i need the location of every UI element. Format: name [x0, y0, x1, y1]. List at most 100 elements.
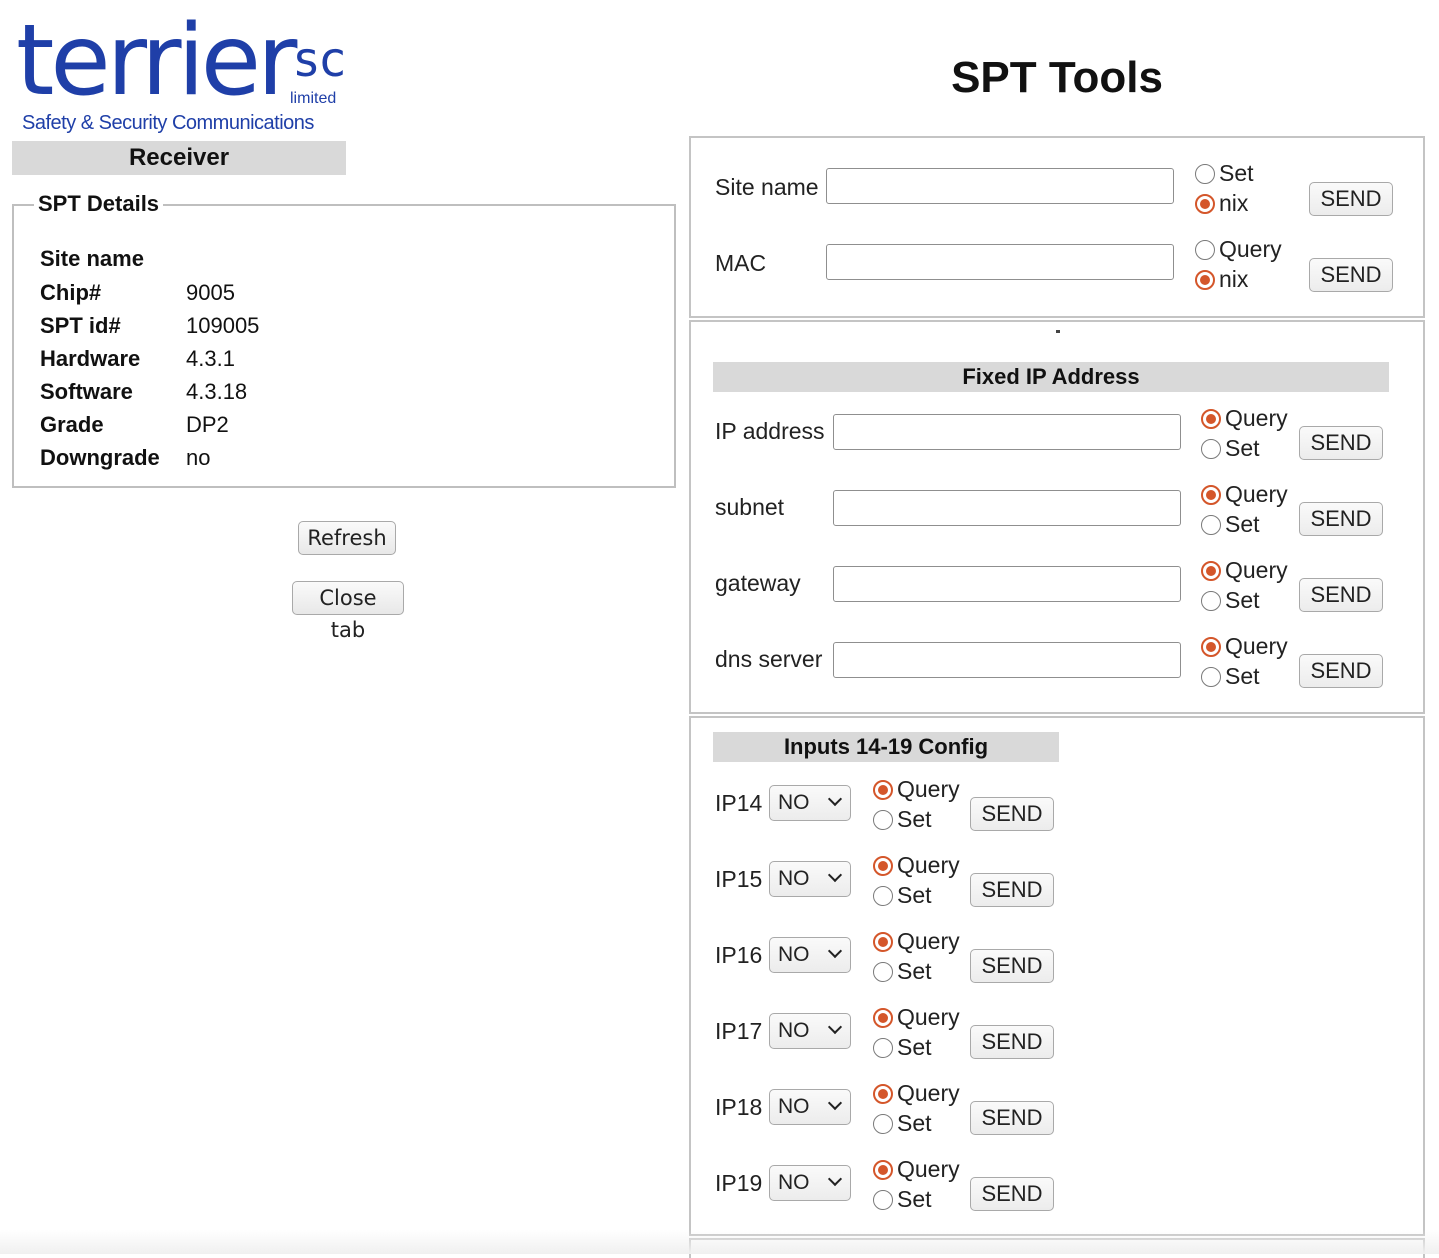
radio-unselected-icon[interactable] [873, 962, 893, 982]
receiver-heading: Receiver [12, 141, 346, 175]
ip18-label: IP18 [715, 1094, 763, 1120]
close-tab-button[interactable]: Close tab [292, 581, 404, 642]
inputs-config-panel: Inputs 14-19 Config IP14 NO Query Set SE… [689, 716, 1425, 1236]
radio-selected-icon[interactable] [873, 1084, 893, 1104]
ip14-query-option[interactable]: Query [873, 774, 960, 804]
chevron-down-icon [827, 943, 843, 959]
subnet-input[interactable] [833, 490, 1181, 526]
ip17-query-option[interactable]: Query [873, 1002, 960, 1032]
ip18-set-option[interactable]: Set [873, 1108, 932, 1138]
subnet-query-option[interactable]: Query [1201, 479, 1288, 509]
ip15-set-option[interactable]: Set [873, 880, 932, 910]
ip15-label: IP15 [715, 866, 763, 892]
site-send-button[interactable]: SEND [1309, 182, 1393, 216]
dns-server-query-option[interactable]: Query [1201, 631, 1288, 661]
subnet-label: subnet [715, 494, 785, 520]
ip18-select[interactable]: NO [769, 1089, 851, 1125]
radio-unselected-icon[interactable] [1201, 515, 1221, 535]
ip14-set-option[interactable]: Set [873, 804, 932, 834]
ip17-send-button[interactable]: SEND [970, 1025, 1054, 1059]
chevron-down-icon [827, 791, 843, 807]
ip15-send-button[interactable]: SEND [970, 873, 1054, 907]
site-nix-option[interactable]: nix [1195, 188, 1248, 218]
logo-limited: limited [290, 90, 337, 107]
ip18-query-option[interactable]: Query [873, 1078, 960, 1108]
ip18-send-button[interactable]: SEND [970, 1101, 1054, 1135]
details-row-chip: Chip# 9005 [40, 278, 235, 308]
ip16-label: IP16 [715, 942, 763, 968]
ip17-set-option[interactable]: Set [873, 1032, 932, 1062]
refresh-button[interactable]: Refresh [298, 521, 396, 555]
details-key: Software [40, 379, 133, 404]
gateway-query-option[interactable]: Query [1201, 555, 1288, 585]
radio-selected-icon[interactable] [1195, 194, 1215, 214]
site-name-input[interactable] [826, 168, 1174, 204]
radio-unselected-icon[interactable] [873, 810, 893, 830]
details-value: 4.3.1 [186, 346, 235, 371]
ip19-select[interactable]: NO [769, 1165, 851, 1201]
mac-nix-option[interactable]: nix [1195, 264, 1248, 294]
ip19-query-option[interactable]: Query [873, 1154, 960, 1184]
mac-input[interactable] [826, 244, 1174, 280]
ip15-query-option[interactable]: Query [873, 850, 960, 880]
fixed-ip-heading: Fixed IP Address [713, 362, 1389, 392]
gateway-label: gateway [715, 570, 801, 596]
radio-unselected-icon[interactable] [873, 1190, 893, 1210]
ip16-send-button[interactable]: SEND [970, 949, 1054, 983]
ip-address-set-option[interactable]: Set [1201, 433, 1260, 463]
radio-unselected-icon[interactable] [1195, 164, 1215, 184]
details-value: DP2 [186, 412, 229, 437]
dns-server-send-button[interactable]: SEND [1299, 654, 1383, 688]
ip19-send-button[interactable]: SEND [970, 1177, 1054, 1211]
ip-address-send-button[interactable]: SEND [1299, 426, 1383, 460]
radio-unselected-icon[interactable] [873, 886, 893, 906]
radio-unselected-icon[interactable] [873, 1114, 893, 1134]
fixed-ip-panel: Fixed IP Address IP address Query Set SE… [689, 320, 1425, 714]
subnet-send-button[interactable]: SEND [1299, 502, 1383, 536]
radio-selected-icon[interactable] [873, 932, 893, 952]
ip14-select[interactable]: NO [769, 785, 851, 821]
dns-server-set-option[interactable]: Set [1201, 661, 1260, 691]
logo-tagline: Safety & Security Communications [22, 112, 314, 134]
bottom-fade [0, 1230, 1439, 1254]
chevron-down-icon [827, 1019, 843, 1035]
gateway-send-button[interactable]: SEND [1299, 578, 1383, 612]
ip-address-input[interactable] [833, 414, 1181, 450]
ip19-set-option[interactable]: Set [873, 1184, 932, 1214]
radio-selected-icon[interactable] [1201, 485, 1221, 505]
ip16-set-option[interactable]: Set [873, 956, 932, 986]
subnet-set-option[interactable]: Set [1201, 509, 1260, 539]
gateway-input[interactable] [833, 566, 1181, 602]
radio-selected-icon[interactable] [1195, 270, 1215, 290]
radio-selected-icon[interactable] [1201, 409, 1221, 429]
radio-unselected-icon[interactable] [1201, 591, 1221, 611]
chevron-down-icon [827, 1171, 843, 1187]
mac-send-button[interactable]: SEND [1309, 258, 1393, 292]
details-row-site-name: Site name [40, 244, 186, 274]
ip16-query-option[interactable]: Query [873, 926, 960, 956]
ip17-select[interactable]: NO [769, 1013, 851, 1049]
site-set-option[interactable]: Set [1195, 158, 1254, 188]
radio-selected-icon[interactable] [1201, 637, 1221, 657]
gateway-set-option[interactable]: Set [1201, 585, 1260, 615]
ip14-label: IP14 [715, 790, 763, 816]
radio-unselected-icon[interactable] [1201, 439, 1221, 459]
radio-selected-icon[interactable] [1201, 561, 1221, 581]
ip-address-query-option[interactable]: Query [1201, 403, 1288, 433]
site-name-label: Site name [715, 174, 819, 200]
radio-selected-icon[interactable] [873, 1160, 893, 1180]
radio-unselected-icon[interactable] [1201, 667, 1221, 687]
radio-selected-icon[interactable] [873, 1008, 893, 1028]
mac-query-option[interactable]: Query [1195, 234, 1282, 264]
dns-server-label: dns server [715, 646, 823, 672]
dns-server-input[interactable] [833, 642, 1181, 678]
details-key: Grade [40, 412, 104, 437]
ip16-select[interactable]: NO [769, 937, 851, 973]
radio-selected-icon[interactable] [873, 780, 893, 800]
radio-unselected-icon[interactable] [1195, 240, 1215, 260]
ip14-send-button[interactable]: SEND [970, 797, 1054, 831]
radio-unselected-icon[interactable] [873, 1038, 893, 1058]
radio-selected-icon[interactable] [873, 856, 893, 876]
details-value: 4.3.18 [186, 379, 248, 404]
ip15-select[interactable]: NO [769, 861, 851, 897]
